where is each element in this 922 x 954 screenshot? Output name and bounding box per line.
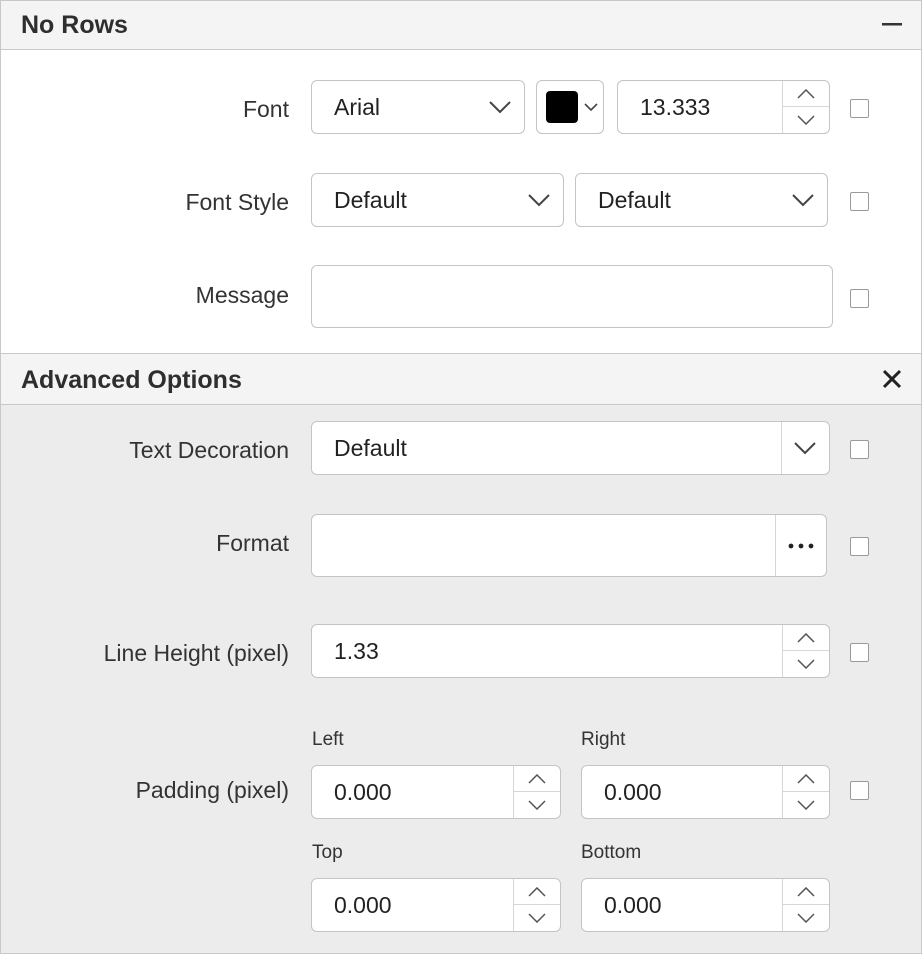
more-options-icon[interactable] [776, 515, 826, 576]
message-checkbox[interactable] [850, 289, 869, 308]
font-size-stepper[interactable]: 13.333 [617, 80, 830, 134]
advanced-options-body [0, 405, 922, 954]
padding-right-spin [782, 766, 829, 818]
font-style-dropdown[interactable]: Default [311, 173, 564, 227]
padding-top-value: 0.000 [334, 891, 392, 918]
font-checkbox[interactable] [850, 99, 869, 118]
font-weight-value: Default [598, 186, 671, 213]
padding-top-stepper[interactable]: 0.000 [311, 878, 561, 932]
collapse-icon[interactable] [877, 1, 907, 49]
padding-right-stepper[interactable]: 0.000 [581, 765, 830, 819]
chevron-down-icon [789, 174, 817, 226]
spin-up-icon[interactable] [783, 766, 829, 792]
line-height-spin [782, 625, 829, 677]
spin-down-icon[interactable] [783, 107, 829, 133]
font-family-dropdown[interactable]: Arial [311, 80, 525, 134]
padding-right-value: 0.000 [604, 778, 662, 805]
spin-up-icon[interactable] [514, 879, 560, 905]
close-icon[interactable] [877, 354, 907, 404]
text-decoration-label: Text Decoration [129, 437, 289, 463]
spin-down-icon[interactable] [783, 905, 829, 931]
padding-bottom-spin [782, 879, 829, 931]
line-height-label: Line Height (pixel) [103, 640, 289, 666]
spin-up-icon[interactable] [783, 625, 829, 651]
font-style-value: Default [334, 186, 407, 213]
padding-bottom-value: 0.000 [604, 891, 662, 918]
dropdown-separator [781, 422, 782, 474]
font-weight-dropdown[interactable]: Default [575, 173, 828, 227]
spin-up-icon[interactable] [783, 879, 829, 905]
message-label: Message [195, 282, 289, 308]
font-style-label: Font Style [185, 189, 289, 215]
line-height-checkbox[interactable] [850, 643, 869, 662]
spin-down-icon[interactable] [783, 651, 829, 677]
spin-down-icon[interactable] [783, 792, 829, 818]
format-checkbox[interactable] [850, 537, 869, 556]
font-color-picker[interactable] [536, 80, 604, 134]
padding-bottom-stepper[interactable]: 0.000 [581, 878, 830, 932]
font-style-checkbox[interactable] [850, 192, 869, 211]
spin-down-icon[interactable] [514, 792, 560, 818]
spin-down-icon[interactable] [514, 905, 560, 931]
padding-bottom-label: Bottom [581, 842, 642, 863]
chevron-down-icon [583, 81, 599, 133]
advanced-options-header[interactable]: Advanced Options [0, 353, 922, 405]
line-height-value: 1.33 [334, 637, 379, 664]
padding-left-spin [513, 766, 560, 818]
text-decoration-dropdown[interactable]: Default [311, 421, 830, 475]
text-decoration-value: Default [334, 434, 407, 461]
format-input[interactable] [312, 515, 774, 576]
format-label: Format [216, 530, 289, 556]
chevron-down-icon [525, 174, 553, 226]
font-label: Font [242, 96, 289, 122]
chevron-down-icon [486, 81, 514, 133]
padding-right-label: Right [581, 729, 626, 750]
no-rows-title: No Rows [21, 11, 128, 39]
line-height-stepper[interactable]: 1.33 [311, 624, 830, 678]
padding-label: Padding (pixel) [135, 777, 289, 803]
no-rows-header[interactable]: No Rows [0, 0, 922, 50]
spin-up-icon[interactable] [783, 81, 829, 107]
format-field[interactable] [311, 514, 827, 577]
padding-top-spin [513, 879, 560, 931]
message-field[interactable] [311, 265, 833, 328]
font-color-swatch [546, 91, 578, 123]
padding-left-stepper[interactable]: 0.000 [311, 765, 561, 819]
font-family-value: Arial [334, 93, 381, 120]
padding-left-label: Left [312, 729, 344, 750]
message-input[interactable] [312, 266, 832, 327]
padding-left-value: 0.000 [334, 778, 392, 805]
text-decoration-checkbox[interactable] [850, 440, 869, 459]
advanced-options-title: Advanced Options [21, 366, 242, 394]
chevron-down-icon [791, 422, 819, 474]
font-size-spin [782, 81, 829, 133]
spin-up-icon[interactable] [514, 766, 560, 792]
font-size-value: 13.333 [640, 93, 711, 120]
padding-top-label: Top [312, 842, 343, 863]
padding-checkbox[interactable] [850, 781, 869, 800]
